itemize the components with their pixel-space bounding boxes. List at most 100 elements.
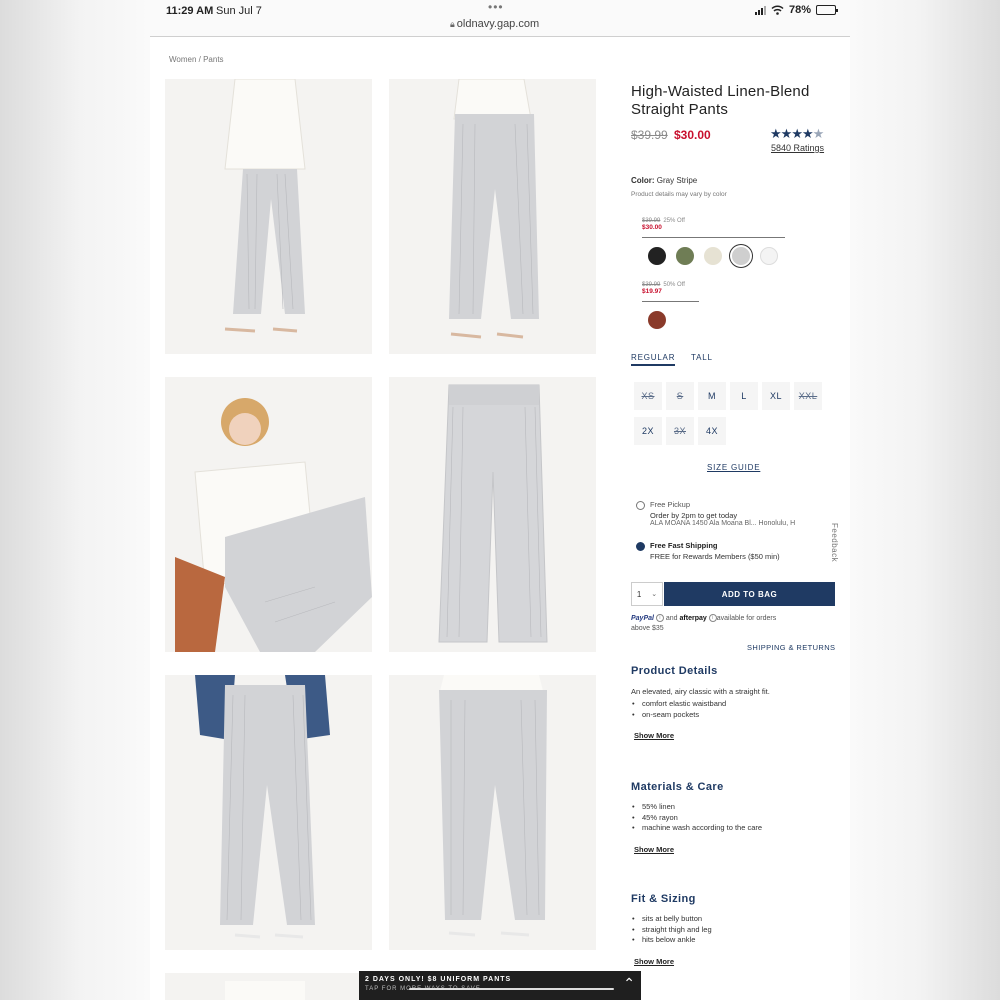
pickup-store: ALA MOANA 1450 Ala Moana Bl... Honolulu,…: [650, 520, 796, 527]
group1-discount: 25% Off: [663, 218, 685, 224]
product-details-intro: An elevated, airy classic with a straigh…: [631, 687, 770, 696]
list-item: 55% linen: [631, 802, 841, 813]
size-option-m[interactable]: M: [698, 382, 726, 410]
color-note: Product details may vary by color: [631, 191, 727, 198]
list-item: comfort elastic waistband: [631, 699, 841, 710]
address-bar[interactable]: 🔒︎ oldnavy.gap.com: [450, 18, 539, 30]
color-swatch-white[interactable]: [760, 247, 778, 265]
rating-stars[interactable]: ★★★★★: [770, 126, 825, 142]
fit-show-more-link[interactable]: Show More: [634, 957, 841, 966]
status-bar: 11:29 AM Sun Jul 7 ••• 🔒︎ oldnavy.gap.com…: [150, 0, 850, 36]
list-item: on-seam pockets: [631, 710, 841, 721]
materials-section: Materials & Care 55% linen 45% rayon mac…: [631, 781, 841, 854]
product-photo-seated[interactable]: [165, 377, 372, 652]
swatch-group-1-divider: [642, 237, 785, 238]
list-item: hits below ankle: [631, 935, 841, 946]
original-price: $39.99: [631, 128, 668, 142]
info-icon[interactable]: i: [655, 614, 664, 623]
promo-banner[interactable]: 2 DAYS ONLY! $8 UNIFORM PANTS TAP FOR MO…: [359, 971, 641, 1000]
payment-note-text: available for orders: [716, 615, 777, 622]
fit-sizing-title[interactable]: Fit & Sizing: [631, 893, 841, 905]
product-photo-back[interactable]: [389, 79, 596, 354]
size-option-s[interactable]: S: [666, 382, 694, 410]
afterpay-logo: afterpay: [679, 615, 707, 622]
product-photo-back-plus[interactable]: [389, 675, 596, 950]
size-guide-link[interactable]: SIZE GUIDE: [707, 463, 760, 472]
chevron-up-icon[interactable]: ⌃: [623, 975, 635, 992]
size-option-2x[interactable]: 2X: [634, 417, 662, 445]
tab-regular[interactable]: REGULAR: [631, 353, 676, 366]
feedback-tab[interactable]: Feedback: [830, 523, 839, 562]
fast-shipping-title: Free Fast Shipping: [650, 541, 718, 550]
product-details-section: Product Details An elevated, airy classi…: [631, 665, 841, 740]
size-option-4x[interactable]: 4X: [698, 417, 726, 445]
size-option-xxl[interactable]: XXL: [794, 382, 822, 410]
size-option-3x[interactable]: 3X: [666, 417, 694, 445]
swatch-group-1-price: $39.99 25% Off $30.00: [642, 218, 685, 231]
fit-sizing-section: Fit & Sizing sits at belly button straig…: [631, 893, 841, 966]
signal-icon: [754, 5, 766, 15]
payment-options-note: PayPal i and afterpay i available for ord…: [631, 614, 841, 634]
list-item: sits at belly button: [631, 914, 841, 925]
shipping-returns-link[interactable]: SHIPPING & RETURNS: [747, 643, 835, 652]
product-details-list: comfort elastic waistband on-seam pocket…: [631, 699, 841, 720]
star-rating-icon: ★★★★★: [770, 126, 825, 141]
quantity-select[interactable]: 1 ⌄: [631, 582, 663, 606]
more-dots-icon[interactable]: •••: [488, 0, 504, 14]
size-option-xl[interactable]: XL: [762, 382, 790, 410]
fit-sizing-list: sits at belly button straight thigh and …: [631, 914, 841, 946]
fast-shipping-line: FREE for Rewards Members ($50 min): [650, 552, 780, 561]
battery-percent: 78%: [788, 4, 811, 16]
materials-title[interactable]: Materials & Care: [631, 781, 841, 793]
star-icon: ★: [812, 126, 825, 141]
payment-note-text-2: above $35: [631, 625, 664, 632]
product-page: Women / Pants High-Waisted Linen-Blend S…: [150, 37, 850, 1000]
color-swatch-black[interactable]: [648, 247, 666, 265]
star-icon: ★: [801, 126, 814, 141]
details-show-more-link[interactable]: Show More: [634, 731, 841, 740]
color-swatch-cream[interactable]: [704, 247, 722, 265]
product-title: High-Waisted Linen-Blend Straight Pants: [631, 83, 810, 118]
materials-list: 55% linen 45% rayon machine wash accordi…: [631, 802, 841, 834]
breadcrumb[interactable]: Women / Pants: [169, 55, 224, 64]
color-swatch-olive[interactable]: [676, 247, 694, 265]
pickup-radio[interactable]: [636, 501, 645, 510]
color-swatch-rust[interactable]: [648, 311, 666, 329]
pickup-line: Order by 2pm to get today: [650, 511, 738, 520]
group1-sale-price: $30.00: [642, 224, 662, 231]
fast-shipping-option[interactable]: Free Fast Shipping FREE for Rewards Memb…: [650, 541, 840, 561]
selected-color: Gray Stripe: [656, 176, 698, 185]
star-icon: ★: [770, 126, 782, 141]
pickup-option[interactable]: Free Pickup Order by 2pm to get today AL…: [650, 500, 840, 527]
materials-show-more-link[interactable]: Show More: [634, 845, 841, 854]
color-label-line: Color: Gray Stripe: [631, 176, 697, 185]
product-photo-front-jacket[interactable]: [165, 675, 372, 950]
product-photo-flat[interactable]: [389, 377, 596, 652]
list-item: straight thigh and leg: [631, 925, 841, 936]
product-photo-partial[interactable]: [165, 973, 372, 1000]
color-swatch-gray-stripe[interactable]: [732, 247, 750, 265]
and-text: and: [665, 615, 678, 622]
promo-title: 2 DAYS ONLY! $8 UNIFORM PANTS: [365, 976, 512, 983]
paypal-logo: PayPal: [631, 615, 654, 622]
ratings-link[interactable]: 5840 Ratings: [771, 143, 824, 153]
battery-icon: [816, 5, 838, 15]
status-indicators: 78%: [754, 4, 838, 16]
group2-sale-price: $19.97: [642, 288, 662, 295]
star-icon: ★: [791, 126, 803, 141]
swatch-group-2-divider: [642, 301, 699, 302]
url-text: oldnavy.gap.com: [456, 18, 540, 30]
tab-tall[interactable]: TALL: [691, 353, 713, 362]
info-icon[interactable]: i: [708, 614, 717, 623]
shipping-radio[interactable]: [636, 542, 645, 551]
chevron-down-icon: ⌄: [651, 591, 658, 598]
quantity-value: 1: [636, 589, 642, 599]
size-option-xs[interactable]: XS: [634, 382, 662, 410]
add-to-bag-button[interactable]: ADD TO BAG: [664, 582, 835, 606]
sale-price: $30.00: [674, 128, 711, 142]
size-option-l[interactable]: L: [730, 382, 758, 410]
color-label: Color:: [631, 176, 655, 185]
product-details-title[interactable]: Product Details: [631, 665, 841, 677]
wifi-icon: [771, 5, 784, 15]
product-photo-front[interactable]: [165, 79, 372, 354]
